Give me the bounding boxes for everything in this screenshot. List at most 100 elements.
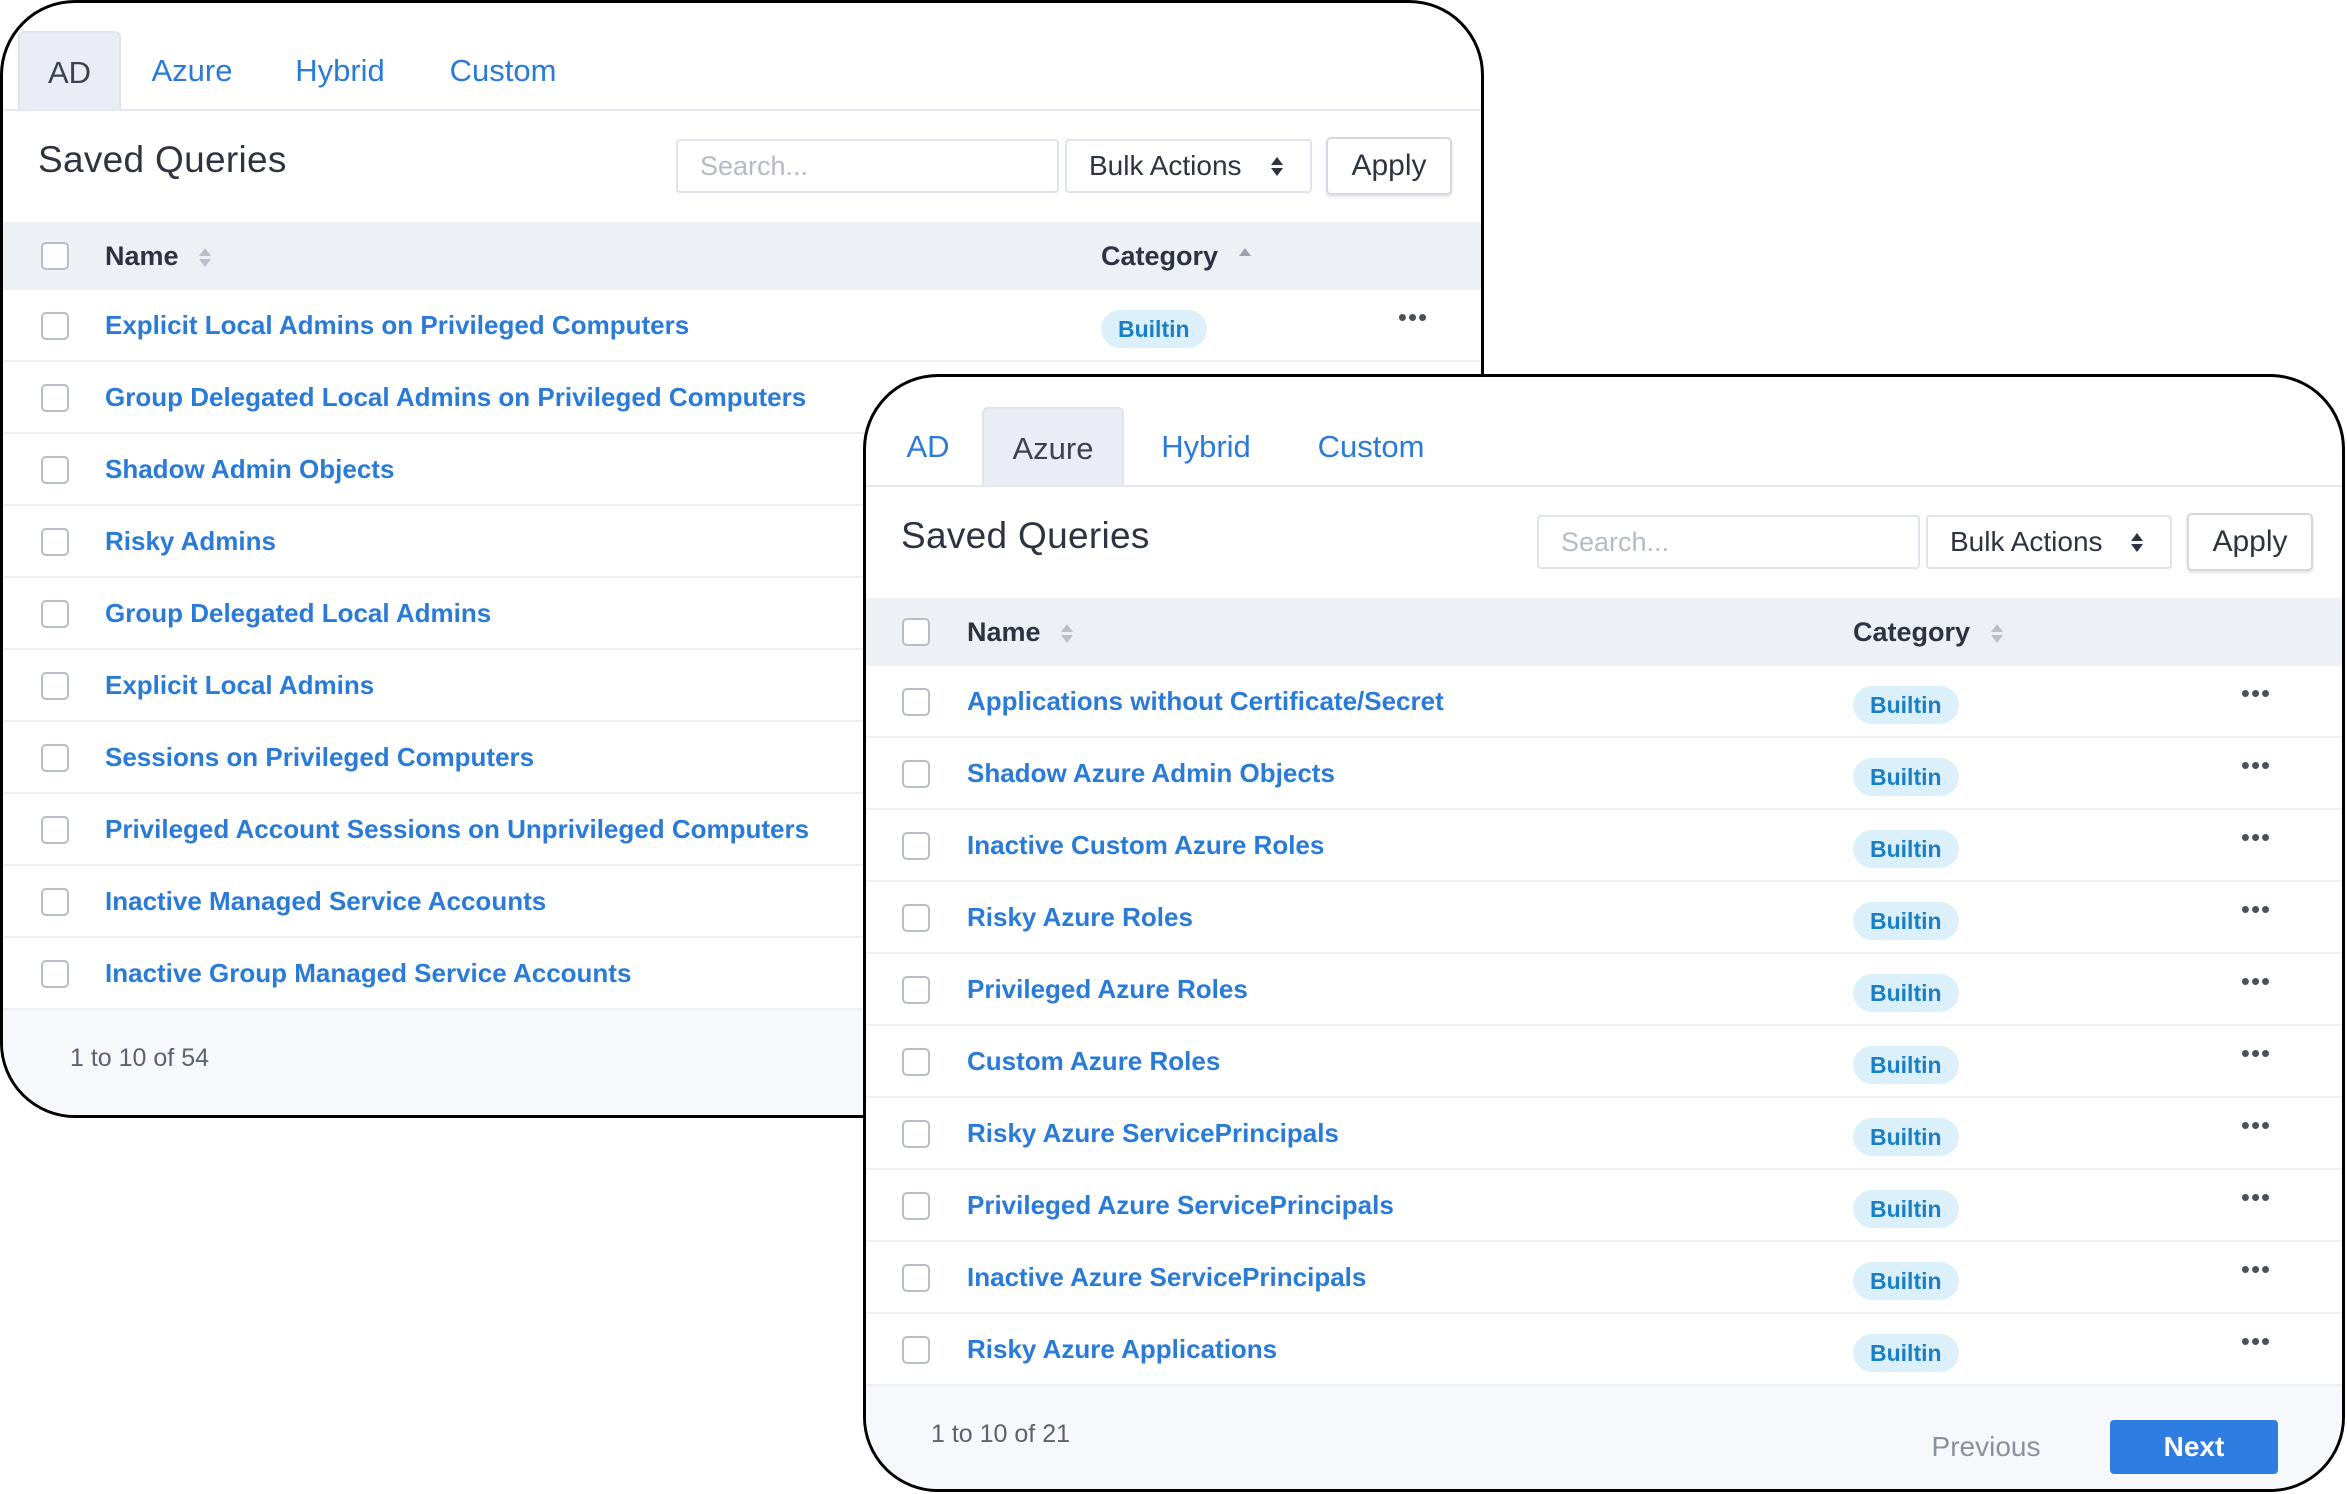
search-input[interactable] [1537, 515, 1920, 569]
select-arrows-icon [1270, 156, 1284, 178]
row-checkbox[interactable] [41, 600, 69, 628]
row-checkbox[interactable] [41, 960, 69, 988]
table-row[interactable]: Privileged Azure Roles Builtin ••• [866, 954, 2342, 1026]
table-row[interactable]: Inactive Custom Azure Roles Builtin ••• [866, 810, 2342, 882]
query-name-link[interactable]: Shadow Azure Admin Objects [967, 738, 1335, 808]
query-name-link[interactable]: Privileged Azure ServicePrincipals [967, 1170, 1394, 1240]
tab-hybrid[interactable]: Hybrid [1146, 407, 1266, 485]
query-name-link[interactable]: Risky Azure Applications [967, 1314, 1277, 1384]
table-row[interactable]: Risky Azure Applications Builtin ••• [866, 1314, 2342, 1386]
more-horizontal-icon[interactable]: ••• [2236, 1110, 2276, 1140]
query-name-link[interactable]: Inactive Managed Service Accounts [105, 866, 546, 936]
tab-ad[interactable]: AD [886, 407, 970, 485]
tab-azure[interactable]: Azure [133, 31, 251, 109]
row-checkbox[interactable] [902, 1336, 930, 1364]
row-checkbox[interactable] [902, 904, 930, 932]
column-name-label: Name [967, 617, 1041, 647]
category-badge: Builtin [1853, 1046, 1959, 1084]
query-name-link[interactable]: Privileged Azure Roles [967, 954, 1248, 1024]
query-name-link[interactable]: Explicit Local Admins [105, 650, 374, 720]
table-row[interactable]: Privileged Azure ServicePrincipals Built… [866, 1170, 2342, 1242]
apply-button[interactable]: Apply [1326, 137, 1452, 195]
table-row[interactable]: Custom Azure Roles Builtin ••• [866, 1026, 2342, 1098]
query-name-link[interactable]: Risky Admins [105, 506, 276, 576]
row-checkbox[interactable] [41, 888, 69, 916]
select-arrows-icon [2130, 532, 2144, 554]
query-name-link[interactable]: Group Delegated Local Admins [105, 578, 491, 648]
tab-custom[interactable]: Custom [1296, 407, 1446, 485]
table-row[interactable]: Applications without Certificate/Secret … [866, 666, 2342, 738]
sort-icon[interactable] [198, 247, 212, 269]
query-name-link[interactable]: Sessions on Privileged Computers [105, 722, 534, 792]
query-name-link[interactable]: Privileged Account Sessions on Unprivile… [105, 794, 809, 864]
tab-hybrid[interactable]: Hybrid [281, 31, 399, 109]
category-badge: Builtin [1853, 1190, 1959, 1228]
page-title: Saved Queries [901, 515, 1150, 556]
column-header-name[interactable]: Name [967, 598, 1074, 666]
row-checkbox[interactable] [41, 816, 69, 844]
query-name-link[interactable]: Inactive Custom Azure Roles [967, 810, 1324, 880]
table-row[interactable]: Explicit Local Admins on Privileged Comp… [3, 290, 1481, 362]
tab-custom[interactable]: Custom [433, 31, 573, 109]
bulk-actions-select[interactable]: Bulk Actions [1065, 139, 1312, 193]
more-horizontal-icon[interactable]: ••• [2236, 678, 2276, 708]
column-header-category[interactable]: Category [1853, 598, 2004, 666]
table-row[interactable]: Inactive Azure ServicePrincipals Builtin… [866, 1242, 2342, 1314]
more-horizontal-icon[interactable]: ••• [2236, 822, 2276, 852]
row-checkbox[interactable] [902, 760, 930, 788]
category-badge: Builtin [1853, 686, 1959, 724]
row-checkbox[interactable] [902, 1048, 930, 1076]
sort-icon[interactable] [1060, 623, 1074, 645]
more-horizontal-icon[interactable]: ••• [2236, 1182, 2276, 1212]
row-checkbox[interactable] [902, 688, 930, 716]
sort-ascending-icon[interactable] [1238, 247, 1252, 269]
query-name-link[interactable]: Risky Azure ServicePrincipals [967, 1098, 1339, 1168]
row-checkbox[interactable] [41, 456, 69, 484]
pagination-summary: 1 to 10 of 54 [70, 1044, 210, 1072]
column-header-category[interactable]: Category [1101, 222, 1252, 290]
bulk-actions-select[interactable]: Bulk Actions [1926, 515, 2172, 569]
column-category-label: Category [1853, 617, 1971, 647]
search-input[interactable] [676, 139, 1059, 193]
row-checkbox[interactable] [902, 1120, 930, 1148]
query-name-link[interactable]: Inactive Group Managed Service Accounts [105, 938, 631, 1008]
query-name-link[interactable]: Risky Azure Roles [967, 882, 1193, 952]
table-row[interactable]: Risky Azure ServicePrincipals Builtin ••… [866, 1098, 2342, 1170]
next-button[interactable]: Next [2110, 1420, 2278, 1474]
select-all-checkbox[interactable] [41, 242, 69, 270]
row-checkbox[interactable] [41, 528, 69, 556]
table-row[interactable]: Shadow Azure Admin Objects Builtin ••• [866, 738, 2342, 810]
more-horizontal-icon[interactable]: ••• [2236, 966, 2276, 996]
query-name-link[interactable]: Custom Azure Roles [967, 1026, 1220, 1096]
tab-azure[interactable]: Azure [982, 407, 1124, 485]
query-name-link[interactable]: Inactive Azure ServicePrincipals [967, 1242, 1366, 1312]
more-horizontal-icon[interactable]: ••• [2236, 894, 2276, 924]
more-horizontal-icon[interactable]: ••• [2236, 1254, 2276, 1284]
row-checkbox[interactable] [902, 1264, 930, 1292]
column-header-name[interactable]: Name [105, 222, 212, 290]
row-checkbox[interactable] [41, 744, 69, 772]
more-horizontal-icon[interactable]: ••• [2236, 1038, 2276, 1068]
row-checkbox[interactable] [902, 832, 930, 860]
table-row[interactable]: Risky Azure Roles Builtin ••• [866, 882, 2342, 954]
tab-bar: AD Azure Hybrid Custom [3, 31, 1481, 111]
row-checkbox[interactable] [902, 1192, 930, 1220]
more-horizontal-icon[interactable]: ••• [2236, 1326, 2276, 1356]
query-name-link[interactable]: Group Delegated Local Admins on Privileg… [105, 362, 806, 432]
query-name-link[interactable]: Explicit Local Admins on Privileged Comp… [105, 290, 689, 360]
query-name-link[interactable]: Applications without Certificate/Secret [967, 666, 1444, 736]
row-checkbox[interactable] [41, 312, 69, 340]
table-header: Name Category [3, 222, 1481, 290]
query-name-link[interactable]: Shadow Admin Objects [105, 434, 394, 504]
row-checkbox[interactable] [41, 384, 69, 412]
apply-button[interactable]: Apply [2187, 513, 2313, 571]
row-checkbox[interactable] [41, 672, 69, 700]
select-all-checkbox[interactable] [902, 618, 930, 646]
previous-button[interactable]: Previous [1916, 1420, 2056, 1474]
sort-icon[interactable] [1990, 623, 2004, 645]
more-horizontal-icon[interactable]: ••• [1393, 302, 1433, 332]
more-horizontal-icon[interactable]: ••• [2236, 750, 2276, 780]
row-checkbox[interactable] [902, 976, 930, 1004]
tab-ad[interactable]: AD [18, 31, 121, 109]
category-badge: Builtin [1853, 1334, 1959, 1372]
